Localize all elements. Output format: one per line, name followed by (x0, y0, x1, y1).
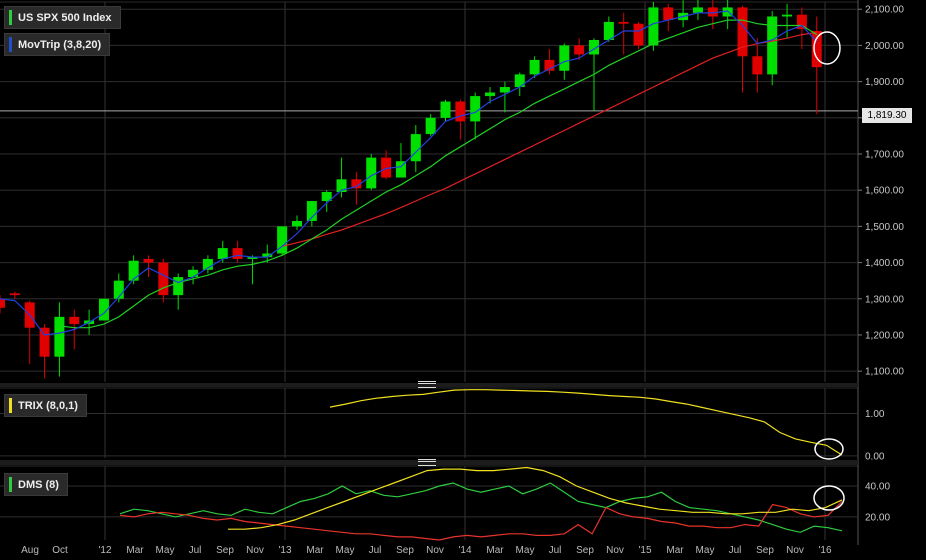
candle-body (54, 316, 65, 357)
candle-body (39, 327, 50, 357)
x-tick-label: Sep (756, 545, 774, 556)
trix-y-tick-label: 1.00 (865, 409, 885, 420)
legend-price-label: US SPX 500 Index (18, 11, 112, 24)
x-tick-label: '12 (98, 545, 111, 556)
x-axis-labels: Aug Oct '12 Mar May Jul Sep Nov '13 Mar May Jul Sep N… (21, 545, 832, 556)
candle-body (692, 7, 703, 13)
candle-body (366, 157, 377, 189)
candle-body (470, 96, 481, 122)
x-tick-label: Jul (369, 545, 382, 556)
candle-body (782, 14, 793, 17)
price-y-tick-label: 1,900.00 (865, 77, 904, 88)
candle-body (618, 21, 629, 24)
candle-body (485, 92, 496, 97)
price-y-tick-label: 1,500.00 (865, 222, 904, 233)
price-y-tick-label: 1,400.00 (865, 258, 904, 269)
price-y-tick-label: 1,100.00 (865, 367, 904, 378)
candle-body (425, 117, 436, 135)
legend-price[interactable]: US SPX 500 Index (4, 6, 121, 29)
x-tick-label: Jul (729, 545, 742, 556)
x-tick-label: '16 (818, 545, 831, 556)
x-tick-label: Jul (189, 545, 202, 556)
x-tick-label: '15 (638, 545, 651, 556)
candle-body (128, 260, 139, 281)
legend-swatch-yellow (9, 398, 12, 413)
candle-body (663, 7, 674, 21)
x-tick-label: Sep (396, 545, 414, 556)
x-tick-label: May (696, 545, 715, 556)
legend-movtrip[interactable]: MovTrip (3,8,20) (4, 33, 111, 56)
trix-y-tick-label: 0.00 (865, 451, 885, 462)
price-y-tick-label: 2,000.00 (865, 41, 904, 52)
candle-body (440, 101, 451, 118)
candle-body (0, 298, 5, 308)
price-y-tick-label: 1,700.00 (865, 150, 904, 161)
price-y-tick-label: 1,200.00 (865, 330, 904, 341)
pane-resize-handle[interactable] (418, 381, 436, 388)
price-y-tick-label: 1,600.00 (865, 186, 904, 197)
x-tick-label: Sep (576, 545, 594, 556)
x-tick-label: Nov (786, 545, 804, 556)
x-tick-label: '14 (458, 545, 471, 556)
legend-swatch-blue (9, 37, 12, 52)
candle-body (217, 248, 228, 259)
x-tick-label: Nov (426, 545, 444, 556)
candle-body (633, 23, 644, 46)
x-tick-label: May (336, 545, 355, 556)
candle-body (113, 280, 124, 299)
dms-y-tick-label: 20.00 (865, 512, 890, 523)
candle-body (455, 101, 466, 122)
x-tick-label: '13 (278, 545, 291, 556)
dms-y-tick-label: 40.00 (865, 482, 890, 493)
candle-body (752, 56, 763, 75)
price-y-tick-label: 1,300.00 (865, 294, 904, 305)
candle-body (69, 316, 80, 325)
candle-body (232, 248, 243, 259)
candle-body (143, 258, 154, 263)
candle-body (529, 59, 540, 75)
x-tick-label: Mar (306, 545, 324, 556)
last-price-box: 1,819.30 (862, 108, 912, 123)
legend-trix[interactable]: TRIX (8,0,1) (4, 394, 87, 417)
price-y-tick-label: 2,100.00 (865, 5, 904, 16)
candle-body (158, 262, 169, 296)
x-tick-label: Mar (486, 545, 504, 556)
candle-body (173, 277, 184, 296)
legend-swatch-green (9, 477, 12, 492)
candle-body (499, 87, 510, 93)
candle-body (574, 45, 585, 55)
legend-dms[interactable]: DMS (8) (4, 473, 68, 496)
candle-body (9, 293, 20, 296)
grid-lines (0, 0, 926, 560)
chart-canvas: 1,100.00 1,200.00 1,300.00 1,400.00 1,500.00… (0, 0, 926, 560)
background (0, 0, 926, 560)
legend-trix-label: TRIX (8,0,1) (18, 399, 78, 412)
legend-movtrip-label: MovTrip (3,8,20) (18, 38, 102, 51)
candle-body (188, 269, 199, 278)
candle-body (410, 134, 421, 162)
pane-resize-handle[interactable] (418, 459, 436, 466)
x-tick-label: Mar (666, 545, 684, 556)
x-tick-label: May (516, 545, 535, 556)
legend-dms-label: DMS (8) (18, 478, 59, 491)
x-tick-label: Mar (126, 545, 144, 556)
x-tick-label: Oct (52, 545, 68, 556)
candle-body (559, 45, 570, 71)
x-tick-label: Aug (21, 545, 39, 556)
candle-body (292, 220, 302, 227)
candle-body (648, 7, 659, 46)
x-tick-label: Nov (606, 545, 624, 556)
x-tick-label: Sep (216, 545, 234, 556)
x-tick-label: Nov (246, 545, 264, 556)
x-tick-label: May (156, 545, 175, 556)
legend-swatch-green (9, 10, 12, 25)
x-tick-label: Jul (549, 545, 562, 556)
